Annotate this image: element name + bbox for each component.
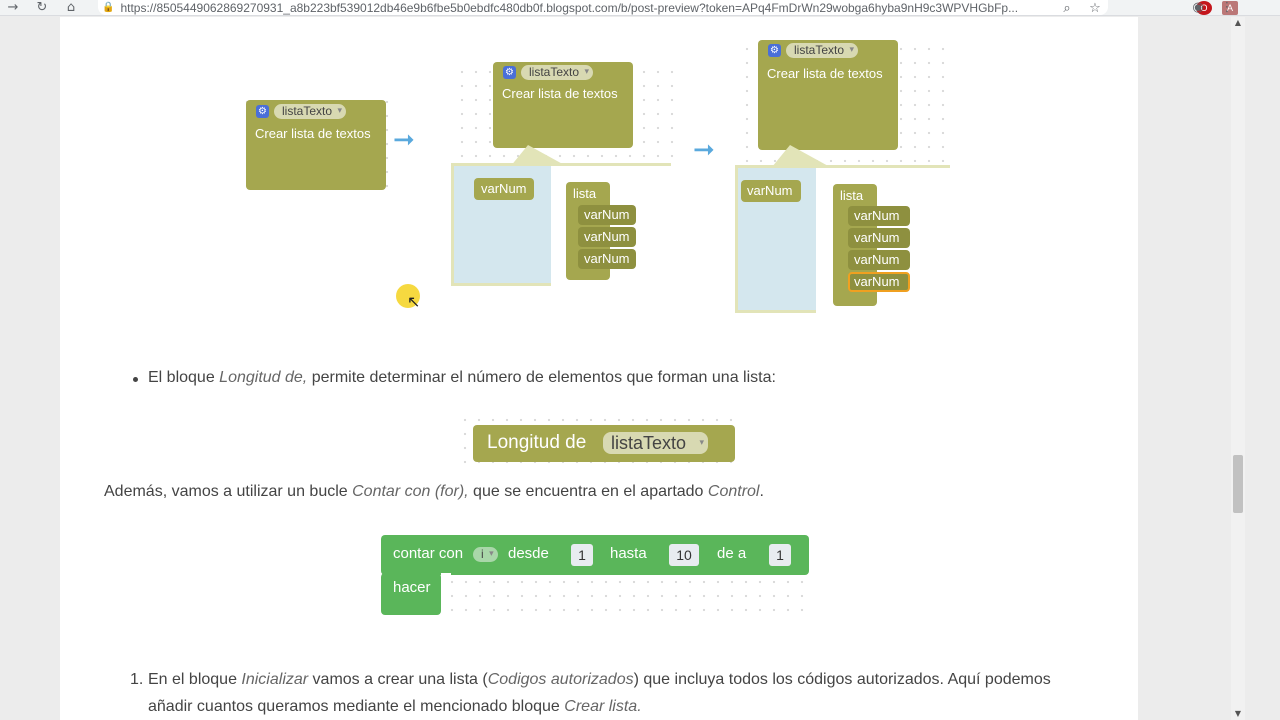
item-label: varNum bbox=[854, 274, 900, 289]
block-label: de a bbox=[717, 545, 747, 562]
block-label: Longitud de bbox=[487, 432, 587, 453]
item-label: varNum bbox=[584, 251, 630, 266]
menu-icon[interactable]: ⋮ bbox=[1218, 0, 1236, 16]
list-var-dropdown[interactable]: listaTexto bbox=[786, 43, 859, 58]
text-segment: . bbox=[759, 483, 764, 500]
list-var-dropdown[interactable]: listaTexto bbox=[274, 104, 347, 119]
list-item-1[interactable]: varNum bbox=[578, 205, 636, 225]
create-list-block-2[interactable]: ⚙ listaTexto Crear lista de textos bbox=[493, 62, 633, 148]
lock-icon: 🔒 bbox=[102, 2, 115, 13]
gear-icon: ⚙ bbox=[503, 66, 516, 79]
bullet-dot bbox=[133, 377, 138, 382]
address-bar[interactable]: 🔒 https://8505449062869270931_a8b223bf53… bbox=[98, 0, 1108, 16]
by-number-field[interactable]: 1 bbox=[769, 544, 791, 566]
url-text: https://8505449062869270931_a8b223bf5390… bbox=[120, 0, 1019, 15]
grid-dots bbox=[445, 575, 810, 617]
list-item-2[interactable]: varNum bbox=[578, 227, 636, 247]
italic-term: Contar con (for), bbox=[352, 483, 469, 500]
item-label: varNum bbox=[584, 229, 630, 244]
list-item-4-selected[interactable]: varNum bbox=[848, 272, 910, 292]
figure-list-blocks: ⚙ listaTexto Crear lista de textos ➞ ⚙ l… bbox=[60, 17, 1138, 317]
reload-icon[interactable]: ↻ bbox=[33, 0, 51, 16]
italic-term: Inicializar bbox=[241, 671, 309, 688]
loop-var-dropdown[interactable]: i bbox=[473, 547, 498, 562]
gear-icon: ⚙ bbox=[768, 44, 781, 57]
text-segment: que se encuentra en el apartado bbox=[468, 483, 708, 500]
text-segment: Además, vamos a utilizar un bucle bbox=[104, 483, 353, 500]
from-number-field[interactable]: 1 bbox=[571, 544, 593, 566]
mouse-cursor-icon: ↖ bbox=[407, 292, 421, 311]
item-label: varNum bbox=[747, 183, 793, 198]
scroll-up-icon[interactable]: ▲ bbox=[1231, 17, 1245, 29]
step-1-line-1: En el bloque Inicializar vamos a crear u… bbox=[148, 671, 1051, 689]
mutator-item-block[interactable]: varNum bbox=[741, 180, 801, 202]
do-slot bbox=[441, 573, 451, 603]
mutator-panel-2: varNum lista varNum varNum varNum bbox=[451, 163, 671, 286]
list-label: lista bbox=[573, 186, 597, 201]
italic-term: Control bbox=[707, 483, 760, 500]
count-with-block[interactable]: contar con i desde 1 hasta 10 de a 1 bbox=[381, 535, 809, 575]
italic-term: Crear lista. bbox=[564, 698, 642, 715]
block-label: Crear lista de textos bbox=[255, 126, 371, 141]
list-number: 1. bbox=[130, 671, 144, 688]
block-label: Crear lista de textos bbox=[767, 66, 883, 81]
block-label: hasta bbox=[610, 545, 647, 562]
text-segment: ) que incluya todos los códigos autoriza… bbox=[633, 671, 1051, 688]
arrow-right-icon: ➞ bbox=[693, 135, 715, 165]
bullet-paragraph: El bloque Longitud de, permite determina… bbox=[148, 369, 776, 387]
item-label: varNum bbox=[584, 207, 630, 222]
gear-icon: ⚙ bbox=[256, 105, 269, 118]
text-segment: El bloque bbox=[148, 369, 220, 386]
italic-term: Longitud de, bbox=[219, 369, 308, 386]
loop-paragraph: Además, vamos a utilizar un bucle Contar… bbox=[104, 483, 764, 501]
list-label: lista bbox=[840, 188, 864, 203]
page-scrollbar[interactable]: ▲ ▼ bbox=[1231, 17, 1245, 720]
step-1-line-2: añadir cuantos queramos mediante el menc… bbox=[148, 698, 642, 716]
block-label: desde bbox=[508, 545, 549, 562]
list-item-2[interactable]: varNum bbox=[848, 228, 910, 248]
block-label: contar con bbox=[393, 545, 464, 562]
forward-icon[interactable]: → bbox=[4, 0, 22, 16]
list-item-3[interactable]: varNum bbox=[848, 250, 910, 270]
item-label: varNum bbox=[854, 208, 900, 223]
create-list-block-1[interactable]: ⚙ listaTexto Crear lista de textos bbox=[246, 100, 386, 190]
text-segment: En el bloque bbox=[148, 671, 242, 688]
do-section: hacer bbox=[381, 573, 441, 615]
list-var-dropdown[interactable]: listaTexto bbox=[521, 65, 594, 80]
list-item-3[interactable]: varNum bbox=[578, 249, 636, 269]
home-icon[interactable]: ⌂ bbox=[62, 0, 80, 16]
page-viewport: ⚙ listaTexto Crear lista de textos ➞ ⚙ l… bbox=[0, 17, 1245, 720]
text-segment: vamos a crear una lista ( bbox=[308, 671, 488, 688]
list-item-1[interactable]: varNum bbox=[848, 206, 910, 226]
item-label: varNum bbox=[854, 230, 900, 245]
item-label: varNum bbox=[481, 181, 527, 196]
mutator-item-block[interactable]: varNum bbox=[474, 178, 534, 200]
arrow-right-icon: ➞ bbox=[393, 125, 415, 155]
to-number-field[interactable]: 10 bbox=[669, 544, 699, 566]
browser-toolbar: → ↻ ⌂ 🔒 https://8505449062869270931_a8b2… bbox=[0, 0, 1280, 16]
mutator-panel-3: varNum lista varNum varNum varNum varNum bbox=[735, 165, 950, 313]
item-label: varNum bbox=[854, 252, 900, 267]
bookmark-star-icon[interactable]: ☆ bbox=[1086, 0, 1104, 16]
block-label: hacer bbox=[393, 579, 431, 596]
length-of-block[interactable]: Longitud de listaTexto bbox=[473, 425, 735, 462]
scrollbar-thumb[interactable] bbox=[1233, 455, 1243, 513]
block-label: Crear lista de textos bbox=[502, 86, 618, 101]
create-list-block-3[interactable]: ⚙ listaTexto Crear lista de textos bbox=[758, 40, 898, 150]
account-icon[interactable]: ◉ bbox=[1189, 0, 1207, 16]
list-var-dropdown[interactable]: listaTexto bbox=[603, 432, 709, 454]
italic-term: Codigos autorizados bbox=[487, 671, 634, 688]
mutator-pointer bbox=[772, 145, 830, 167]
scroll-down-icon[interactable]: ▼ bbox=[1231, 708, 1245, 720]
zoom-icon[interactable]: ⌕ bbox=[1058, 0, 1076, 16]
text-segment: permite determinar el número de elemento… bbox=[307, 369, 776, 386]
blog-post-content: ⚙ listaTexto Crear lista de textos ➞ ⚙ l… bbox=[60, 17, 1138, 720]
text-segment: añadir cuantos queramos mediante el menc… bbox=[148, 698, 565, 715]
